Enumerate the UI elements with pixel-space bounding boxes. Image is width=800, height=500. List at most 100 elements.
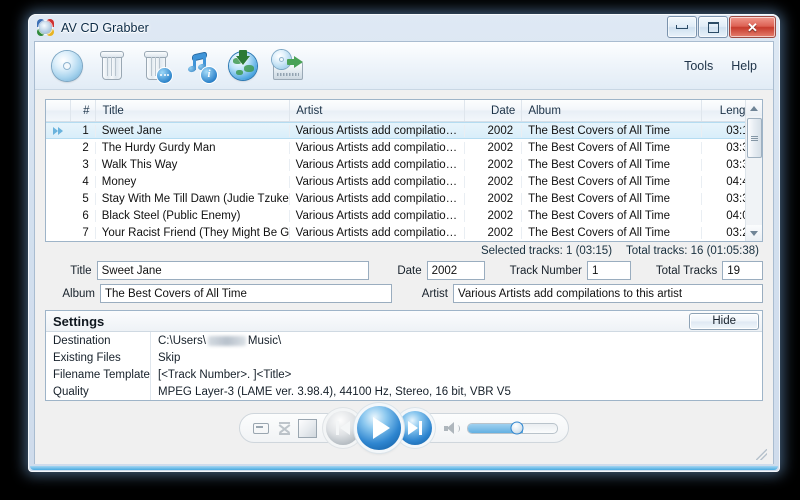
settings-row[interactable]: Existing Files Skip [46, 349, 762, 366]
total-tracks-label: Total Tracks [655, 264, 718, 277]
cell-date: 2002 [465, 124, 523, 137]
table-row[interactable]: 6 Black Steel (Public Enemy) Various Artis… [46, 207, 762, 224]
cd-to-drive-icon [271, 49, 303, 82]
metadata-row-1: Title Sweet Jane Date 2002 Track Number … [45, 261, 763, 280]
scrollbar-thumb[interactable] [746, 118, 762, 158]
screenshot-root: AV CD Grabber ✕ i Tools Help # Title Art… [0, 0, 800, 500]
cell-title: Money [96, 175, 290, 188]
album-label: Album [62, 287, 95, 300]
scroll-up-button[interactable] [746, 100, 762, 116]
tracklist-vertical-scrollbar[interactable] [745, 100, 762, 241]
now-playing-icon [53, 126, 64, 135]
settings-value-prefix: C:\Users\ [158, 334, 206, 347]
stop-icon [297, 418, 317, 438]
settings-row[interactable]: Destination C:\Users\ Music\ [46, 332, 762, 349]
trash-bin-options-icon [139, 50, 172, 83]
track-number-label: Track Number [509, 264, 582, 277]
speaker-icon[interactable] [444, 421, 460, 435]
menu-help[interactable]: Help [731, 59, 757, 73]
volume-knob[interactable] [510, 421, 524, 435]
clear-list-button[interactable] [89, 46, 133, 86]
cell-date: 2002 [465, 226, 523, 239]
settings-key: Filename Template [53, 368, 150, 381]
column-header-date[interactable]: Date [465, 100, 523, 121]
status-total-tracks: Total tracks: 16 (01:05:38) [626, 245, 759, 257]
cell-number: 1 [71, 124, 96, 137]
transport-cluster [326, 406, 433, 450]
mini-window-button[interactable] [250, 418, 271, 438]
track-info-button[interactable]: i [177, 46, 221, 86]
clear-options-button[interactable] [133, 46, 177, 86]
cell-number: 3 [71, 158, 96, 171]
stop-button[interactable] [297, 418, 318, 438]
chevron-up-icon [750, 105, 758, 111]
total-tracks-field[interactable]: 19 [722, 261, 763, 280]
cell-number: 5 [71, 192, 96, 205]
play-icon [373, 417, 391, 439]
application-window: AV CD Grabber ✕ i Tools Help # Title Art… [28, 14, 780, 472]
table-row[interactable]: 1 Sweet Jane Various Artists add compilati… [46, 122, 762, 139]
column-header-number[interactable]: # [71, 100, 97, 121]
column-header-mark[interactable] [46, 100, 72, 121]
column-header-album[interactable]: Album [522, 100, 702, 121]
settings-key: Existing Files [53, 351, 121, 364]
cell-number: 4 [71, 175, 96, 188]
settings-value: [<Track Number>. ]<Title> [150, 366, 762, 383]
cell-number: 6 [71, 209, 96, 222]
date-field[interactable]: 2002 [426, 261, 486, 280]
column-header-artist[interactable]: Artist [290, 100, 466, 121]
cell-number: 7 [71, 226, 96, 239]
settings-panel: Settings Hide Destination C:\Users\ Music… [45, 310, 763, 401]
grab-to-drive-button[interactable] [265, 46, 309, 86]
next-track-icon [408, 421, 419, 435]
settings-header: Settings Hide [46, 311, 762, 332]
hide-settings-button[interactable]: Hide [689, 312, 759, 330]
music-note-info-icon: i [183, 50, 217, 83]
cell-album: The Best Covers of All Time [522, 226, 702, 239]
track-number-field[interactable]: 1 [587, 261, 632, 280]
table-row[interactable]: 5 Stay With Me Till Dawn (Judie Tzuke) Var… [46, 190, 762, 207]
cell-album: The Best Covers of All Time [522, 209, 702, 222]
menu-tools[interactable]: Tools [684, 59, 713, 73]
table-row[interactable]: 2 The Hurdy Gurdy Man Various Artists add … [46, 139, 762, 156]
read-cd-button[interactable] [45, 46, 89, 86]
cell-date: 2002 [465, 209, 523, 222]
cell-title: Walk This Way [96, 158, 290, 171]
album-field[interactable]: The Best Covers of All Time [100, 284, 392, 303]
eject-button[interactable] [273, 418, 294, 438]
table-row[interactable]: 7 Your Racist Friend (They Might Be Gia… V… [46, 224, 762, 241]
scroll-down-button[interactable] [746, 225, 762, 241]
maximize-button[interactable] [698, 16, 728, 38]
minimize-button[interactable] [667, 16, 697, 38]
resize-grip-icon[interactable] [756, 449, 767, 460]
cell-artist: Various Artists add compilatio… [290, 175, 465, 188]
next-track-button[interactable] [398, 411, 433, 445]
column-header-title[interactable]: Title [96, 100, 291, 121]
previous-track-button[interactable] [326, 411, 361, 445]
status-bar: Selected tracks: 1 (03:15) Total tracks:… [35, 242, 773, 260]
toolbar: i Tools Help [35, 42, 773, 90]
cell-date: 2002 [465, 192, 523, 205]
grip-icon [750, 135, 758, 141]
minimize-icon [676, 25, 688, 29]
table-row[interactable]: 4 Money Various Artists add compilatio… 200… [46, 173, 762, 190]
settings-row[interactable]: Filename Template [<Track Number>. ]<Titl… [46, 366, 762, 383]
title-bar: AV CD Grabber ✕ [28, 14, 780, 41]
close-button[interactable]: ✕ [729, 16, 776, 38]
player-controls [239, 406, 569, 450]
maximize-icon [707, 21, 719, 33]
window-title: AV CD Grabber [61, 20, 149, 35]
artist-field[interactable]: Various Artists add compilations to this… [453, 284, 763, 303]
cell-album: The Best Covers of All Time [522, 175, 702, 188]
settings-value: MPEG Layer-3 (LAME ver. 3.98.4), 44100 H… [150, 383, 762, 400]
download-tags-button[interactable] [221, 46, 265, 86]
client-area: i Tools Help # Title Artist Date Album L… [34, 41, 774, 464]
volume-slider[interactable] [466, 421, 558, 435]
cell-title: The Hurdy Gurdy Man [96, 141, 290, 154]
play-button[interactable] [357, 406, 402, 450]
settings-value: C:\Users\ Music\ [150, 332, 762, 349]
title-field[interactable]: Sweet Jane [96, 261, 370, 280]
cell-date: 2002 [465, 175, 523, 188]
table-row[interactable]: 3 Walk This Way Various Artists add compil… [46, 156, 762, 173]
settings-row[interactable]: Quality MPEG Layer-3 (LAME ver. 3.98.4), … [46, 383, 762, 400]
